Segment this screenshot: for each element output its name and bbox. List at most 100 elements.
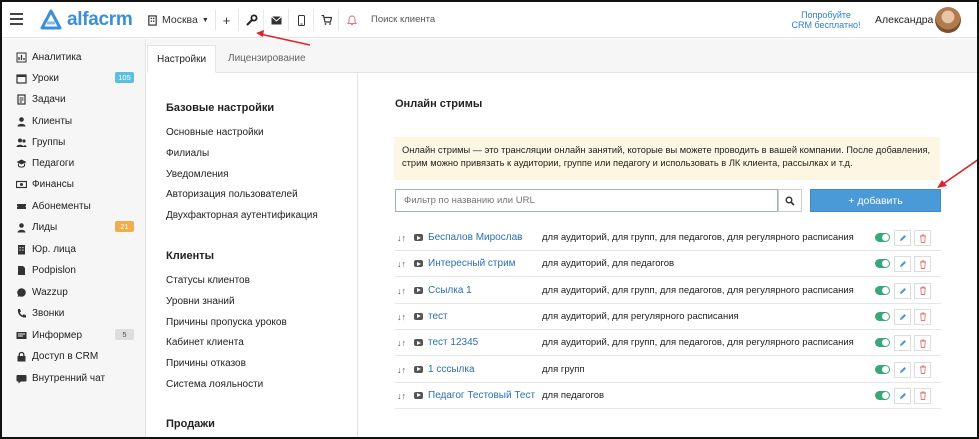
stream-name-link[interactable]: тест — [428, 311, 448, 322]
stream-enabled-toggle[interactable] — [875, 364, 890, 374]
sidebar-item-7[interactable]: Абонементы — [16, 196, 136, 216]
tab-settings[interactable]: Настройки — [147, 45, 217, 73]
phone-icon[interactable] — [290, 9, 314, 31]
edit-button[interactable] — [894, 308, 911, 325]
sidebar-item-5[interactable]: Педагоги — [16, 153, 136, 173]
sidebar-item-9[interactable]: Юр. лица — [16, 239, 136, 259]
stream-name-link[interactable]: Беспалов Мирослав — [428, 232, 522, 243]
delete-button[interactable] — [914, 387, 931, 404]
tab-licensing[interactable]: Лицензирование — [219, 45, 315, 73]
sidebar-item-4[interactable]: Группы — [16, 132, 136, 152]
pencil-icon — [899, 287, 906, 294]
stream-enabled-toggle[interactable] — [875, 285, 890, 295]
menu-link-branches[interactable]: Филиалы — [166, 148, 209, 159]
stream-enabled-toggle[interactable] — [875, 390, 890, 400]
settings-menu: Базовые настройки Основные настройки Фил… — [147, 73, 358, 437]
sidebar-item-label: Группы — [32, 136, 66, 148]
add-stream-button[interactable]: + добавить — [810, 189, 941, 212]
stream-name-link[interactable]: Интересный стрим — [428, 258, 516, 269]
sidebar-item-0[interactable]: Аналитика — [16, 47, 136, 67]
trial-link[interactable]: Попробуйте CRM бесплатно! — [790, 10, 862, 30]
video-icon — [414, 234, 423, 241]
main-content: Онлайн стримы Онлайн стримы — это трансл… — [359, 73, 977, 437]
menu-link-refusal-reasons[interactable]: Причины отказов — [166, 358, 246, 369]
delete-button[interactable] — [914, 256, 931, 273]
cart-icon[interactable] — [315, 9, 339, 31]
informer-icon — [16, 330, 27, 341]
search-icon — [785, 196, 795, 206]
sidebar-item-14[interactable]: Доступ в CRM — [16, 346, 136, 366]
pencil-icon — [899, 340, 906, 347]
stream-name-link[interactable]: 1 сссылка — [428, 364, 475, 375]
sidebar-item-1[interactable]: Уроки 105 — [16, 68, 136, 88]
city-label: Москва — [162, 14, 198, 26]
edit-button[interactable] — [894, 335, 911, 352]
stream-enabled-toggle[interactable] — [875, 259, 890, 269]
menu-link-2fa[interactable]: Двухфакторная аутентификация — [166, 210, 318, 221]
plus-icon[interactable]: + — [215, 9, 239, 31]
delete-button[interactable] — [914, 361, 931, 378]
stream-enabled-toggle[interactable] — [875, 233, 890, 242]
stream-name-link[interactable]: Ссылка 1 — [428, 285, 472, 296]
menu-link-absence-reasons[interactable]: Причины пропуска уроков — [166, 317, 287, 328]
sort-handle-icon[interactable]: ↓↑ — [397, 286, 406, 296]
sidebar-item-2[interactable]: Задачи — [16, 89, 136, 109]
client-search-input[interactable]: Поиск клиента — [371, 14, 435, 25]
edit-button[interactable] — [894, 282, 911, 299]
search-button[interactable] — [778, 189, 802, 212]
sort-handle-icon[interactable]: ↓↑ — [397, 233, 406, 243]
sidebar-item-11[interactable]: Wazzup — [16, 282, 136, 302]
sidebar-item-6[interactable]: Финансы — [16, 174, 136, 194]
sidebar-item-label: Юр. лица — [32, 243, 76, 255]
sidebar-item-12[interactable]: Звонки — [16, 303, 136, 323]
trash-icon — [919, 391, 926, 401]
sort-handle-icon[interactable]: ↓↑ — [397, 391, 406, 401]
logo[interactable]: alfacrm — [39, 7, 133, 33]
user-name[interactable]: Александра — [875, 14, 933, 26]
sidebar-item-13[interactable]: Информер 5 — [16, 325, 136, 345]
sidebar-item-3[interactable]: Клиенты — [16, 111, 136, 131]
delete-button[interactable] — [914, 282, 931, 299]
stream-name-link[interactable]: Педагог Тестовый Тест — [428, 390, 535, 401]
wrench-icon[interactable] — [240, 9, 264, 31]
sort-handle-icon[interactable]: ↓↑ — [397, 338, 406, 348]
bell-icon[interactable] — [340, 9, 364, 31]
sidebar-item-8[interactable]: Лиды 21 — [16, 217, 136, 237]
delete-button[interactable] — [914, 335, 931, 352]
stream-name-link[interactable]: тест 12345 — [428, 337, 478, 348]
hamburger-menu-icon[interactable] — [10, 13, 23, 25]
tasks-icon — [16, 93, 27, 105]
stream-row: ↓↑ тест для аудиторий, для регулярного рас… — [395, 304, 941, 330]
edit-button[interactable] — [894, 256, 911, 273]
menu-link-user-auth[interactable]: Авторизация пользователей — [166, 189, 298, 200]
stream-filter-input[interactable] — [395, 189, 778, 212]
section-title-sales: Продажи — [166, 418, 215, 430]
city-selector[interactable]: Москва ▼ — [147, 10, 216, 30]
delete-button[interactable] — [914, 230, 931, 246]
trash-icon — [919, 312, 926, 322]
sort-handle-icon[interactable]: ↓↑ — [397, 312, 406, 322]
sidebar-item-label: Информер — [32, 329, 83, 341]
menu-link-client-cabinet[interactable]: Кабинет клиента — [166, 337, 244, 348]
avatar[interactable] — [935, 7, 961, 33]
stream-enabled-toggle[interactable] — [875, 311, 890, 321]
sidebar-item-15[interactable]: Внутренний чат — [16, 368, 136, 388]
menu-link-notifications[interactable]: Уведомления — [166, 169, 229, 180]
sort-handle-icon[interactable]: ↓↑ — [397, 365, 406, 375]
info-banner: Онлайн стримы — это трансляции онлайн за… — [394, 137, 940, 180]
sidebar-item-10[interactable]: Podpislon — [16, 260, 136, 280]
stream-enabled-toggle[interactable] — [875, 338, 890, 348]
sort-handle-icon[interactable]: ↓↑ — [397, 259, 406, 269]
ticket-icon — [16, 201, 27, 212]
menu-link-loyalty[interactable]: Система лояльности — [166, 379, 263, 390]
menu-link-knowledge-levels[interactable]: Уровни знаний — [166, 296, 235, 307]
edit-button[interactable] — [894, 387, 911, 404]
menu-link-main-settings[interactable]: Основные настройки — [166, 127, 264, 138]
edit-button[interactable] — [894, 361, 911, 378]
edit-button[interactable] — [894, 230, 911, 246]
sidebar: Аналитика Уроки 105 Задачи Клиенты Группы Педа… — [2, 39, 146, 437]
sidebar-item-label: Педагоги — [32, 157, 75, 169]
delete-button[interactable] — [914, 308, 931, 325]
menu-link-client-statuses[interactable]: Статусы клиентов — [166, 275, 250, 286]
mail-icon[interactable] — [265, 9, 289, 31]
